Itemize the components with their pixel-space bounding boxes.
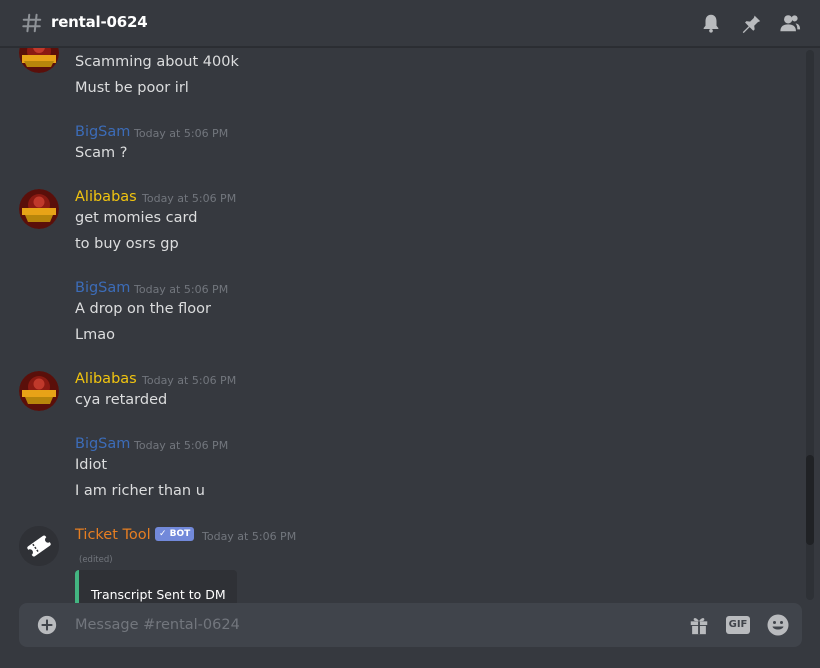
message-text: Lmao [75,327,115,343]
message-timestamp: Today at 5:06 PM [134,127,229,140]
message-text: A drop on the floor [75,301,211,317]
embed-title: Transcript Sent to DM [91,587,226,602]
members-icon[interactable] [779,12,801,34]
pin-icon[interactable] [740,12,762,34]
message-text: to buy osrs gp [75,236,179,252]
embed: Transcript Sent to DM [75,570,237,603]
author-name[interactable]: BigSam [75,436,130,452]
avatar[interactable] [19,189,59,229]
avatar[interactable] [19,371,59,411]
bot-avatar[interactable] [19,526,59,566]
message-timestamp: Today at 5:06 PM [134,439,229,452]
author-name[interactable]: BigSam [75,280,130,296]
author-name[interactable]: Alibabas [75,371,137,387]
message-text: get momies card [75,210,198,226]
hash-icon [22,13,42,33]
message-timestamp: Today at 5:06 PM [142,374,237,387]
bell-icon[interactable] [700,12,722,34]
edited-label: (edited) [79,555,113,565]
message-timestamp: Today at 5:06 PM [134,283,229,296]
channel-header: rental-0624 [0,0,820,47]
avatar[interactable] [19,48,59,73]
message-text: Scam ? [75,145,128,161]
gif-button[interactable]: GIF [726,616,750,634]
gift-icon[interactable] [688,614,710,636]
message-composer: GIF [19,603,802,647]
message-text: Idiot [75,457,108,473]
author-name[interactable]: BigSam [75,124,130,140]
message-list[interactable]: Scamming about 400k Must be poor irl Big… [0,48,806,603]
author-name[interactable]: Alibabas [75,189,137,205]
scrollbar-thumb[interactable] [806,455,814,545]
message-text: Must be poor irl [75,80,189,96]
message-timestamp: Today at 5:06 PM [202,530,297,543]
message-timestamp: Today at 5:06 PM [142,192,237,205]
channel-name: rental-0624 [51,13,148,31]
message-text: Scamming about 400k [75,54,239,70]
bot-badge: ✓ BOT [155,527,195,541]
message-text: cya retarded [75,392,168,408]
message-text: I am richer than u [75,483,205,499]
message-input[interactable] [75,615,675,635]
author-name[interactable]: Ticket Tool [75,527,151,543]
add-attachment-icon[interactable] [36,614,58,636]
emoji-icon[interactable] [766,613,790,637]
composer-area: GIF [0,603,820,668]
